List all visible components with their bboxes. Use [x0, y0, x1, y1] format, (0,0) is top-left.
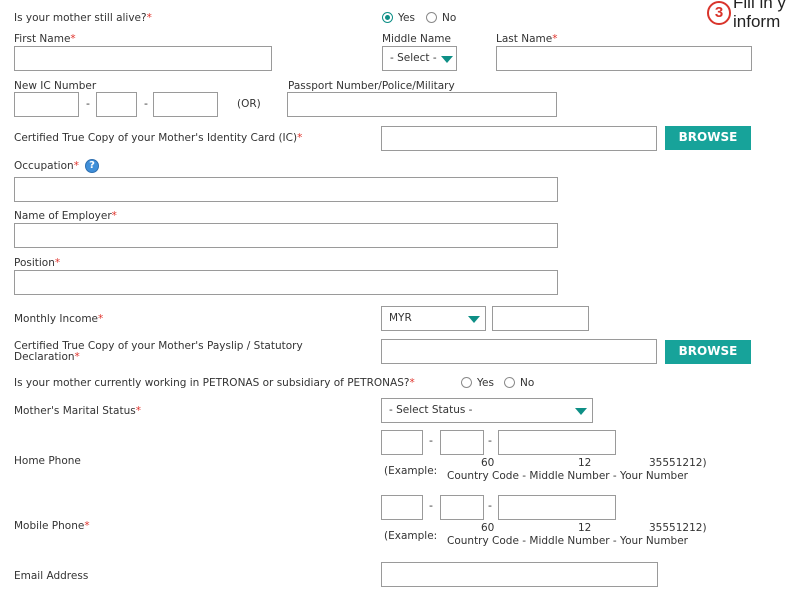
or-label: (OR) — [237, 98, 261, 110]
mobile-phone-dash-2: - — [488, 499, 492, 512]
email-label: Email Address — [14, 570, 89, 582]
home-phone-example-mid: 12 — [578, 457, 592, 469]
ic-copy-browse-button[interactable]: BROWSE — [665, 126, 751, 150]
passport-label: Passport Number/Police/Military — [288, 80, 455, 92]
first-name-input[interactable] — [14, 46, 272, 71]
mobile-phone-example-prefix: (Example: — [384, 530, 438, 542]
home-phone-legend: Country Code - Middle Number - Your Numb… — [447, 470, 688, 482]
alive-no-label: No — [442, 12, 457, 24]
ic-dash-1: - — [86, 97, 90, 110]
mobile-phone-middle-input[interactable] — [440, 495, 484, 520]
payslip-label-line-2: Declaration* — [14, 351, 80, 363]
payslip-file-input[interactable] — [381, 339, 657, 364]
petronas-label: Is your mother currently working in PETR… — [14, 377, 415, 389]
last-name-label: Last Name* — [496, 33, 558, 45]
home-phone-label: Home Phone — [14, 455, 81, 467]
mobile-phone-dash-1: - — [429, 499, 433, 512]
email-input[interactable] — [381, 562, 658, 587]
petronas-no-radio[interactable] — [504, 377, 515, 388]
home-phone-example-num: 35551212) — [649, 457, 707, 469]
ic-part1-input[interactable] — [14, 92, 79, 117]
alive-yes-radio[interactable] — [382, 12, 393, 23]
chevron-down-icon — [575, 408, 587, 415]
last-name-input[interactable] — [496, 46, 752, 71]
marital-status-value: - Select Status - — [389, 404, 473, 416]
ic-dash-2: - — [144, 97, 148, 110]
help-icon[interactable]: ? — [85, 159, 99, 173]
mobile-phone-example-num: 35551212) — [649, 522, 707, 534]
ic-copy-label: Certified True Copy of your Mother's Ide… — [14, 132, 303, 144]
chevron-down-icon — [468, 316, 480, 323]
payslip-browse-button[interactable]: BROWSE — [665, 340, 751, 364]
middle-name-value: - Select - — [390, 52, 437, 64]
passport-input[interactable] — [287, 92, 557, 117]
position-input[interactable] — [14, 270, 558, 295]
ic-part3-input[interactable] — [153, 92, 218, 117]
alive-yes-label: Yes — [398, 12, 415, 24]
home-phone-example-prefix: (Example: — [384, 465, 438, 477]
occupation-label: Occupation* — [14, 160, 79, 172]
home-phone-dash-2: - — [488, 434, 492, 447]
marital-status-label: Mother's Marital Status* — [14, 405, 141, 417]
mobile-phone-country-input[interactable] — [381, 495, 423, 520]
employer-input[interactable] — [14, 223, 558, 248]
petronas-yes-label: Yes — [477, 377, 494, 389]
marital-status-select[interactable]: - Select Status - — [381, 398, 593, 423]
position-label: Position* — [14, 257, 61, 269]
new-ic-label: New IC Number — [14, 80, 97, 92]
mobile-phone-label: Mobile Phone* — [14, 520, 90, 532]
annotation-line-2: inform — [733, 12, 781, 31]
alive-no-radio[interactable] — [426, 12, 437, 23]
petronas-yes-radio[interactable] — [461, 377, 472, 388]
petronas-no-label: No — [520, 377, 535, 389]
mother-alive-label: Is your mother still alive?* — [14, 12, 152, 24]
mobile-phone-example-mid: 12 — [578, 522, 592, 534]
home-phone-dash-1: - — [429, 434, 433, 447]
mobile-phone-number-input[interactable] — [498, 495, 616, 520]
ic-part2-input[interactable] — [96, 92, 137, 117]
home-phone-country-input[interactable] — [381, 430, 423, 455]
middle-name-label: Middle Name — [382, 33, 451, 45]
currency-value: MYR — [389, 312, 412, 324]
mobile-phone-example-cc: 60 — [481, 522, 495, 534]
chevron-down-icon — [441, 56, 453, 63]
middle-name-select[interactable]: - Select - — [382, 46, 457, 71]
monthly-income-label: Monthly Income* — [14, 313, 104, 325]
step-number-badge: 3 — [707, 1, 731, 25]
home-phone-example-cc: 60 — [481, 457, 495, 469]
annotation-line-1: Fill in y — [733, 0, 786, 12]
home-phone-number-input[interactable] — [498, 430, 616, 455]
monthly-income-input[interactable] — [492, 306, 589, 331]
occupation-input[interactable] — [14, 177, 558, 202]
home-phone-middle-input[interactable] — [440, 430, 484, 455]
ic-copy-file-input[interactable] — [381, 126, 657, 151]
currency-select[interactable]: MYR — [381, 306, 486, 331]
first-name-label: First Name* — [14, 33, 76, 45]
employer-label: Name of Employer* — [14, 210, 117, 222]
mobile-phone-legend: Country Code - Middle Number - Your Numb… — [447, 535, 688, 547]
